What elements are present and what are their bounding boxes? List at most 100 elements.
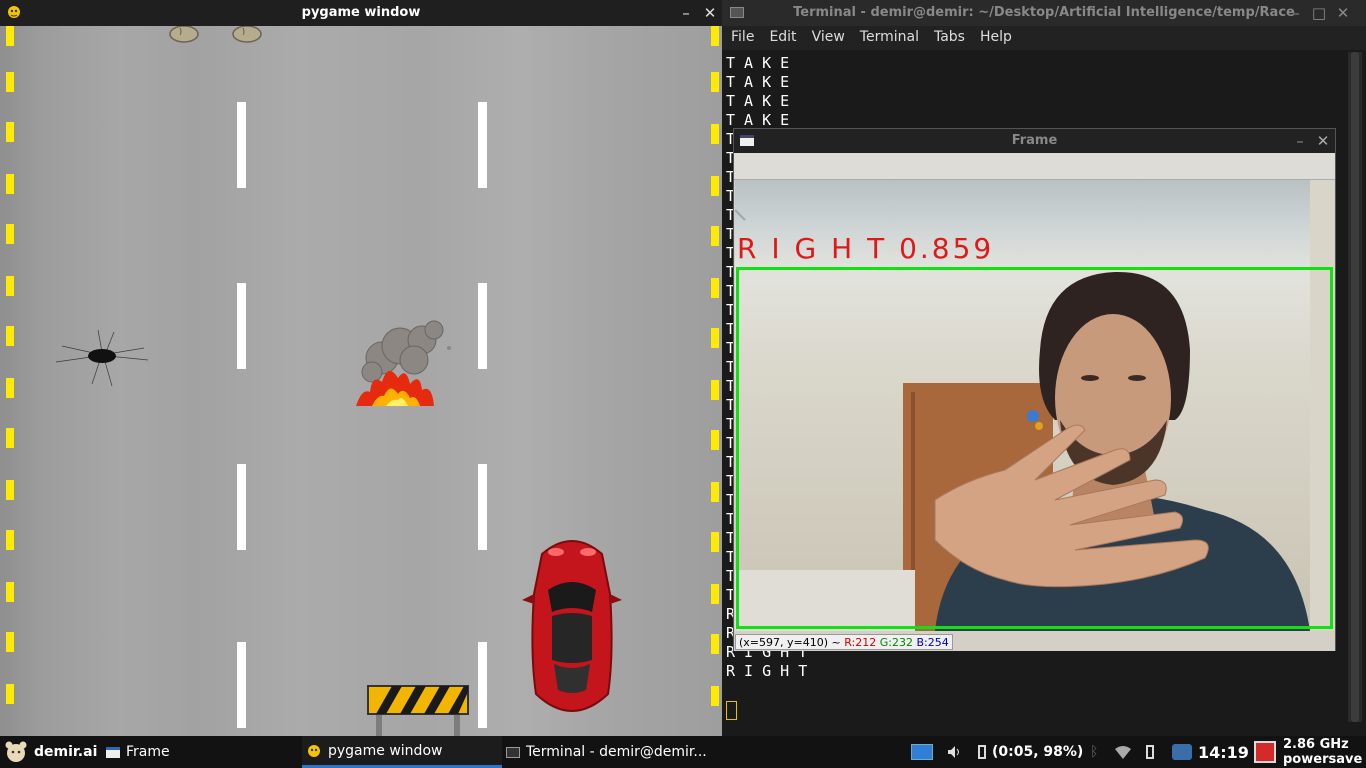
minimize-icon[interactable]: – <box>1291 132 1309 150</box>
fire-obstacle-icon <box>356 320 451 406</box>
bluetooth-icon[interactable]: ᛒ <box>1090 736 1098 768</box>
road-edge-dash <box>6 428 14 448</box>
desktop: pygame window – ✕ Terminal - demir@demir… <box>0 0 1366 768</box>
lane-marking <box>237 102 246 188</box>
hand-detection-box <box>736 267 1333 629</box>
pixel-blue-value: B:254 <box>916 636 949 649</box>
terminal-titlebar[interactable]: Terminal - demir@demir: ~/Desktop/Artifi… <box>722 0 1366 26</box>
username-label: demir.ai <box>34 744 98 760</box>
frame-statusbar: (x=597, y=410) ~ R:212 G:232 B:254 <box>734 631 1335 651</box>
road-edge-dash <box>6 480 14 500</box>
battery-icon <box>978 745 986 759</box>
cpu-frequency-widget[interactable]: 2.86 GHz powersave <box>1283 737 1362 767</box>
road-edge-dash <box>6 72 14 92</box>
pixel-green-value: G:232 <box>879 636 913 649</box>
close-icon[interactable]: ✕ <box>1314 132 1332 150</box>
road-edge-dash <box>711 176 719 196</box>
terminal-line: R I G H T <box>726 662 808 680</box>
road-edge-dash <box>6 684 14 704</box>
scrollbar-thumb[interactable] <box>1351 52 1359 722</box>
taskbar-item-pygame[interactable]: pygame window <box>302 736 502 768</box>
frame-window[interactable]: Frame – ✕ R I G H T 0.859 (x=597, y=410)… <box>733 128 1336 651</box>
pothole-obstacle-icon <box>55 329 149 387</box>
player-car-icon <box>522 540 622 712</box>
lane-marking <box>478 642 487 728</box>
road-edge-dash <box>6 224 14 244</box>
terminal-line: T A K E <box>726 92 790 110</box>
cpu-freq-label: 2.86 GHz <box>1283 737 1349 752</box>
road-edge-dash <box>6 582 14 602</box>
start-menu-button[interactable]: demir.ai <box>4 736 97 768</box>
menu-view[interactable]: View <box>806 26 851 45</box>
road-edge-dash <box>6 378 14 398</box>
rock-obstacle-icon <box>232 26 262 43</box>
pygame-titlebar[interactable]: pygame window – ✕ <box>0 0 722 26</box>
menu-tabs[interactable]: Tabs <box>928 26 971 45</box>
lane-marking <box>478 464 487 550</box>
terminal-icon <box>506 746 520 758</box>
clock[interactable]: 14:19 <box>1198 736 1249 768</box>
road-edge-dash <box>711 72 719 92</box>
terminal-window-title: Terminal - demir@demir: ~/Desktop/Artifi… <box>793 5 1295 20</box>
road-edge-dash <box>711 634 719 654</box>
cpu-governor-label: powersave <box>1283 752 1363 767</box>
road-edge-dash <box>6 276 14 296</box>
terminal-scrollbar[interactable] <box>1348 52 1362 722</box>
menu-terminal[interactable]: Terminal <box>854 26 925 45</box>
usb-icon[interactable] <box>1146 736 1154 768</box>
terminal-line: T A K E <box>726 73 790 91</box>
pygame-window-title: pygame window <box>301 5 421 20</box>
road-edge-dash <box>711 482 719 502</box>
terminal-line: T A K E <box>726 54 790 72</box>
road-edge-dash <box>711 278 719 298</box>
volume-icon[interactable] <box>946 736 962 768</box>
webcam-frame-image[interactable]: R I G H T 0.859 <box>735 180 1334 631</box>
taskbar-item-label: Terminal - demir@demir... <box>526 744 707 760</box>
taskbar-item-label: pygame window <box>328 742 443 759</box>
road-edge-dash <box>6 26 14 46</box>
taskbar-item-frame[interactable]: Frame <box>106 736 170 768</box>
workspace-switcher[interactable] <box>911 736 933 768</box>
frame-toolbar <box>734 153 1335 180</box>
minimize-icon[interactable]: – <box>1287 4 1305 22</box>
frame-titlebar[interactable]: Frame – ✕ <box>734 129 1335 153</box>
pixel-red-value: R:212 <box>844 636 877 649</box>
road-edge-dash <box>6 122 14 142</box>
road-edge-dash <box>711 226 719 246</box>
road-edge-dash <box>711 584 719 604</box>
lane-marking <box>478 102 487 188</box>
workspace-icon <box>911 744 933 760</box>
maximize-icon[interactable]: □ <box>1310 4 1328 22</box>
rock-obstacle-icon <box>169 26 199 43</box>
menu-file[interactable]: File <box>725 26 760 45</box>
lane-marking <box>237 283 246 369</box>
cpu-monitor-icon[interactable] <box>1254 736 1276 768</box>
menu-help[interactable]: Help <box>974 26 1018 45</box>
game-road <box>0 26 722 736</box>
window-icon <box>106 746 120 758</box>
road-edge-dash <box>711 430 719 450</box>
terminal-menubar: File Edit View Terminal Tabs Help <box>722 26 1366 50</box>
terminal-cursor <box>726 701 737 720</box>
wifi-icon[interactable] <box>1113 736 1133 768</box>
pixel-coords: (x=597, y=410) ~ <box>739 636 841 649</box>
road-edge-dash <box>6 326 14 346</box>
prediction-label: R I G H T 0.859 <box>737 232 995 265</box>
taskbar-item-terminal[interactable]: Terminal - demir@demir... <box>506 736 707 768</box>
road-edge-dash <box>6 530 14 550</box>
battery-status[interactable]: (0:05, 98%) <box>978 736 1083 768</box>
road-edge-dash <box>711 26 719 46</box>
menu-edit[interactable]: Edit <box>763 26 802 45</box>
close-icon[interactable]: ✕ <box>1334 4 1352 22</box>
road-edge-dash <box>711 686 719 706</box>
pygame-window[interactable]: pygame window – ✕ <box>0 0 722 736</box>
lane-marking <box>237 464 246 550</box>
pixel-info: (x=597, y=410) ~ R:212 G:232 B:254 <box>735 634 953 650</box>
lane-marking <box>237 642 246 728</box>
minimize-icon[interactable]: – <box>677 4 695 22</box>
battery-label: (0:05, 98%) <box>992 744 1084 760</box>
screenshot-tray-icon[interactable] <box>1172 736 1192 768</box>
road-edge-dash <box>711 380 719 400</box>
app-menu-icon <box>5 741 27 762</box>
close-icon[interactable]: ✕ <box>701 4 719 22</box>
